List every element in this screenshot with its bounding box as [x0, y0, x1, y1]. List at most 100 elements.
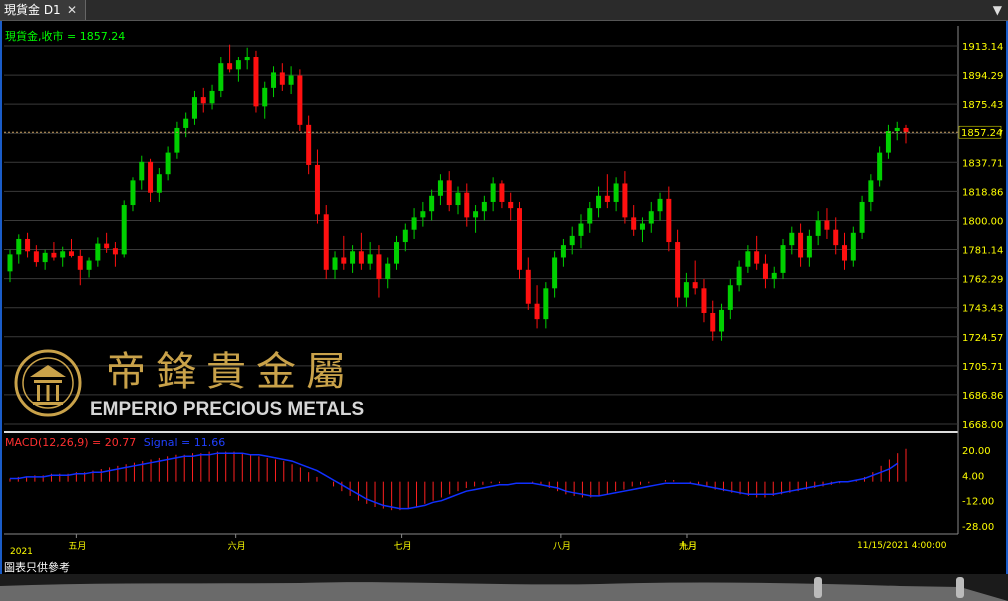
candle-body — [437, 180, 443, 196]
candle-body — [358, 251, 364, 264]
candle-body — [499, 183, 505, 202]
logo-chinese-text: 帝鋒貴金屬 — [106, 349, 356, 395]
candle-body — [183, 118, 189, 128]
candle-body — [631, 217, 637, 230]
candle-body — [569, 235, 575, 246]
chart-canvas: 1913.141894.291875.431856.571837.711818.… — [4, 26, 1003, 552]
candle-body — [894, 127, 900, 132]
candle-body — [156, 174, 162, 193]
scroll-handle-right[interactable] — [956, 577, 964, 598]
candle-body — [604, 195, 610, 202]
price-tick-label: 1743.43 — [962, 304, 1003, 315]
price-tick-label: 1913.14 — [962, 42, 1003, 53]
price-tick-label: 1781.14 — [962, 246, 1003, 257]
disclaimer-text: 圖表只供參考 — [4, 561, 70, 574]
candle-body — [596, 195, 602, 209]
candle-body — [516, 208, 522, 270]
price-tick-label: 1724.57 — [962, 333, 1003, 344]
candle-body — [297, 75, 303, 125]
price-tick-label: 1875.43 — [962, 100, 1003, 111]
candle-body — [683, 282, 689, 298]
candle-body — [288, 75, 294, 85]
candle-body — [789, 232, 795, 246]
candle-body — [209, 90, 215, 104]
candle-body — [639, 223, 645, 230]
candle-body — [200, 97, 206, 104]
candle-body — [833, 229, 839, 246]
macd-tick-label: -28.00 — [962, 522, 994, 533]
candle-body — [95, 243, 101, 261]
company-logo: 帝鋒貴金屬 EMPERIO PRECIOUS METALS — [14, 349, 364, 420]
candle-body — [25, 238, 31, 252]
candle-body — [174, 127, 180, 153]
candle-body — [191, 97, 197, 119]
candle-body — [560, 245, 566, 258]
candle-body — [130, 180, 136, 206]
x-tick-label: 六月 — [228, 540, 246, 552]
candle-body — [402, 229, 408, 243]
logo-english-text: EMPERIO PRECIOUS METALS — [90, 399, 364, 420]
price-tick-label: 1800.00 — [962, 216, 1003, 227]
candle-body — [666, 198, 672, 243]
macd-info: MACD(12,26,9) = 20.77 Signal = 11.66 — [5, 436, 225, 449]
candle-body — [60, 251, 66, 258]
last-time-label: 11/15/2021 4:00:00 — [857, 541, 947, 551]
candle-body — [824, 220, 830, 230]
candle-body — [446, 180, 452, 206]
candle-body — [727, 285, 733, 310]
candle-body — [815, 220, 821, 236]
candle-body — [578, 223, 584, 236]
candle-body — [736, 266, 742, 286]
candle-body — [850, 232, 856, 261]
candle-body — [7, 254, 13, 272]
price-tick-label: 1762.29 — [962, 275, 1003, 286]
candle-body — [877, 152, 883, 181]
x-tick-label: 十月 — [679, 540, 697, 552]
candle-body — [341, 257, 347, 264]
candle-body — [464, 192, 470, 218]
candle-body — [244, 57, 250, 61]
candle-body — [42, 252, 48, 263]
candle-body — [657, 198, 663, 212]
candle-body — [86, 260, 92, 270]
candle-body — [525, 269, 531, 304]
candle-body — [648, 211, 654, 224]
candle-body — [420, 211, 426, 218]
candle-body — [51, 252, 57, 258]
timeline-scrollbar[interactable] — [0, 574, 1008, 601]
current-price-label: 1857.24 — [961, 128, 1002, 139]
candle-body — [745, 251, 751, 267]
candle-body — [780, 245, 786, 273]
scroll-handle-left[interactable] — [814, 577, 822, 598]
candle-body — [218, 63, 224, 91]
candle-body — [806, 235, 812, 258]
candle-body — [868, 180, 874, 202]
candle-body — [332, 257, 338, 270]
candle-body — [323, 214, 329, 270]
candle-body — [376, 254, 382, 280]
candle-body — [508, 201, 514, 209]
price-tick-label: 1818.86 — [962, 187, 1003, 198]
candle-body — [613, 183, 619, 202]
year-label: 2021 — [10, 547, 33, 557]
price-tick-label: 1668.00 — [962, 420, 1003, 431]
candle-body — [692, 282, 698, 289]
candle-body — [139, 161, 145, 181]
x-tick-label: 五月 — [68, 541, 86, 552]
candle-body — [68, 251, 74, 256]
price-tick-label: 1686.86 — [962, 391, 1003, 402]
macd-info-label: MACD(12,26,9) = 20.77 — [5, 436, 137, 449]
candle-body — [394, 242, 400, 264]
candle-body — [148, 161, 154, 193]
candle-body — [455, 192, 461, 206]
candle-body — [842, 245, 848, 261]
candle-body — [859, 201, 865, 233]
candle-body — [429, 195, 435, 212]
price-tick-label: 1837.71 — [962, 158, 1003, 169]
candle-body — [314, 164, 320, 215]
candle-body — [675, 242, 681, 298]
candle-body — [121, 205, 127, 255]
price-info-label: 現貨金,收市 = 1857.24 — [5, 30, 126, 43]
candle-body — [253, 57, 259, 107]
candle-body — [112, 248, 118, 255]
